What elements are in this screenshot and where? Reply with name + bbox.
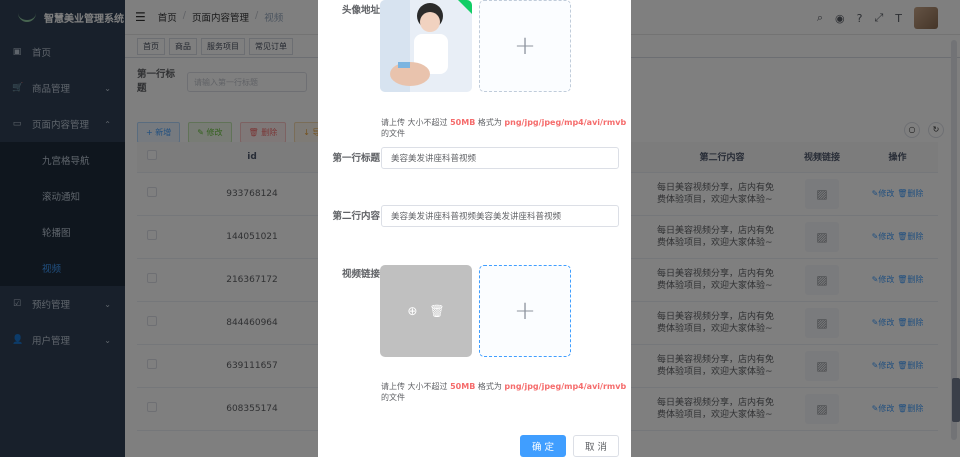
plus-icon: + (514, 31, 536, 61)
video-upload-box[interactable]: + (479, 265, 571, 357)
hint-text: 请上传 大小不超过 (381, 118, 451, 127)
title1-input[interactable]: 美容美发讲座科普视频 (381, 147, 619, 169)
video-label: 视频链接 (341, 269, 380, 280)
hint-formats: png/jpg/jpeg/mp4/avi/rmvb (504, 382, 627, 391)
edit-dialog: 头像地址 + 请上传 大小不超过 50MB 格式为 png/jpg/jpeg/m… (318, 0, 631, 457)
app-root: 智慧美业管理系统 ▣ 首页 🛒 商品管理 ⌄ ▭ 页面内容管理 ⌃ 九宫格导航 … (0, 0, 960, 457)
hint-text: 的文件 (381, 129, 405, 138)
video-preview[interactable]: ⊕ 🗑 (380, 265, 472, 357)
trash-icon[interactable]: 🗑 (429, 304, 444, 318)
cancel-button[interactable]: 取 消 (573, 435, 619, 457)
avatar-preview[interactable] (380, 0, 472, 92)
hint-size: 50MB (450, 382, 476, 391)
avatar-label: 头像地址 (341, 5, 380, 16)
hint-text: 格式为 (475, 382, 505, 391)
hint-text: 请上传 大小不超过 (381, 382, 451, 391)
confirm-button[interactable]: 确 定 (520, 435, 566, 457)
scroll-thumb[interactable] (952, 378, 960, 422)
hint-size: 50MB (450, 118, 476, 127)
avatar-image (380, 0, 472, 92)
title2-label: 第二行内容 (332, 211, 380, 222)
hint-formats: png/jpg/jpeg/mp4/avi/rmvb (504, 118, 627, 127)
hint-text: 的文件 (381, 393, 405, 402)
zoom-in-icon[interactable]: ⊕ (407, 304, 417, 318)
video-upload-hint: 请上传 大小不超过 50MB 格式为 png/jpg/jpeg/mp4/avi/… (381, 381, 631, 403)
hint-text: 格式为 (475, 118, 505, 127)
avatar-upload-box[interactable]: + (479, 0, 571, 92)
plus-icon: + (514, 296, 536, 326)
avatar-upload-hint: 请上传 大小不超过 50MB 格式为 png/jpg/jpeg/mp4/avi/… (381, 117, 631, 139)
title2-input[interactable]: 美容美发讲座科普视频美容美发讲座科普视频 (381, 205, 619, 227)
title1-label: 第一行标题 (332, 153, 380, 164)
